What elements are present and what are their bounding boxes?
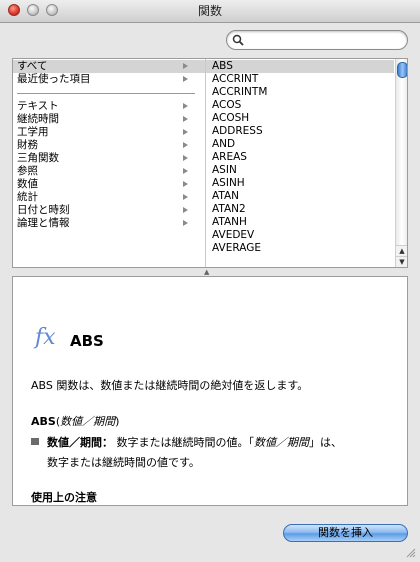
category-item-all[interactable]: すべて xyxy=(13,60,205,73)
category-separator xyxy=(17,93,195,94)
function-name: ADDRESS xyxy=(212,125,263,137)
category-item-statistical[interactable]: 統計 xyxy=(13,191,205,204)
category-label: テキスト xyxy=(17,100,59,112)
search-input[interactable] xyxy=(247,33,403,49)
chevron-right-icon xyxy=(183,142,188,148)
category-label: 財務 xyxy=(17,139,38,151)
function-name: ACCRINTM xyxy=(212,86,268,98)
category-item-financial[interactable]: 財務 xyxy=(13,139,205,152)
category-item-text[interactable]: テキスト xyxy=(13,100,205,113)
category-item-recent[interactable]: 最近使った項目 xyxy=(13,73,205,86)
function-name: ATANH xyxy=(212,216,247,228)
function-name: ATAN xyxy=(212,190,240,202)
category-list: すべて 最近使った項目 テキスト 継続時間 工学用 財務 三角関数 参照 数値 … xyxy=(13,59,206,267)
function-item[interactable]: ATANH xyxy=(206,216,394,229)
usage-notes-heading: 使用上の注意 xyxy=(31,491,97,504)
function-name: ASINH xyxy=(212,177,245,189)
function-name: AVEDEV xyxy=(212,229,255,241)
function-item[interactable]: ASINH xyxy=(206,177,394,190)
function-name: ACCRINT xyxy=(212,73,259,85)
function-item[interactable]: ACCRINTM xyxy=(206,86,394,99)
function-item[interactable]: ADDRESS xyxy=(206,125,394,138)
function-summary: ABS 関数は、数値または継続時間の絶対値を返します。 xyxy=(31,379,309,392)
function-item[interactable]: ATAN xyxy=(206,190,394,203)
category-label: 継続時間 xyxy=(17,113,59,125)
syntax-close-paren: ) xyxy=(115,415,120,428)
parameter-text-a: 数字または継続時間の値。「 xyxy=(113,436,254,449)
category-label: 統計 xyxy=(17,191,38,203)
function-item[interactable]: ASIN xyxy=(206,164,394,177)
function-item[interactable]: ATAN2 xyxy=(206,203,394,216)
category-label: 数値 xyxy=(17,178,38,190)
category-item-duration[interactable]: 継続時間 xyxy=(13,113,205,126)
chevron-right-icon xyxy=(183,116,188,122)
function-name-list: ABS ACCRINT ACCRINTM ACOS ACOSH ADDRESS … xyxy=(206,59,396,267)
description-pane: fx ABS ABS 関数は、数値または継続時間の絶対値を返します。 ABS(数… xyxy=(12,276,408,506)
chevron-right-icon xyxy=(183,76,188,82)
chevron-right-icon xyxy=(183,63,188,69)
category-label: 日付と時刻 xyxy=(17,204,70,216)
function-item[interactable]: AVERAGE xyxy=(206,242,394,255)
function-item[interactable]: ACOS xyxy=(206,99,394,112)
window-title: 関数 xyxy=(197,4,222,18)
splitter-grip-icon[interactable]: ▲ xyxy=(204,268,209,276)
chevron-right-icon xyxy=(183,168,188,174)
insert-function-button[interactable]: 関数を挿入 xyxy=(283,524,408,542)
function-fx-icon: fx xyxy=(35,325,56,350)
function-item[interactable]: AVEDEV xyxy=(206,229,394,242)
category-label: 論理と情報 xyxy=(17,217,70,229)
category-item-reference[interactable]: 参照 xyxy=(13,165,205,178)
chevron-right-icon xyxy=(183,103,188,109)
category-item-trigonometric[interactable]: 三角関数 xyxy=(13,152,205,165)
function-syntax: ABS(数値／期間) xyxy=(31,413,119,429)
parameter-text-b: 」は、 xyxy=(309,436,342,449)
chevron-right-icon xyxy=(183,155,188,161)
function-browser-window: 関数 すべて 最近使った項目 テキスト 継続時間 工学用 財務 三角関数 参照 … xyxy=(0,0,420,562)
bullet-icon xyxy=(31,438,39,445)
scrollbar-thumb[interactable] xyxy=(397,62,407,78)
function-item[interactable]: ACCRINT xyxy=(206,73,394,86)
category-label: すべて xyxy=(17,60,48,72)
function-name: ASIN xyxy=(212,164,237,176)
function-name: ACOSH xyxy=(212,112,250,124)
category-item-engineering[interactable]: 工学用 xyxy=(13,126,205,139)
search-field[interactable] xyxy=(226,30,408,50)
function-item[interactable]: AREAS xyxy=(206,151,394,164)
function-name: ATAN2 xyxy=(212,203,246,215)
function-name: AVERAGE xyxy=(212,242,261,254)
syntax-argument: 数値／期間 xyxy=(60,415,116,428)
category-label: 工学用 xyxy=(17,126,49,138)
function-name: ACOS xyxy=(212,99,242,111)
function-name: ABS xyxy=(212,60,233,72)
scroll-up-icon[interactable]: ▲ xyxy=(396,245,407,256)
function-title: ABS xyxy=(70,332,104,350)
category-label: 最近使った項目 xyxy=(17,73,91,85)
function-item[interactable]: AND xyxy=(206,138,394,151)
chevron-right-icon xyxy=(183,220,188,226)
syntax-function-name: ABS xyxy=(31,415,56,428)
parameter-name: 数値／期間： xyxy=(47,436,113,449)
function-name: AREAS xyxy=(212,151,247,163)
scroll-down-icon[interactable]: ▼ xyxy=(396,256,407,267)
function-item[interactable]: ACOSH xyxy=(206,112,394,125)
chevron-right-icon xyxy=(183,194,188,200)
category-item-numeric[interactable]: 数値 xyxy=(13,178,205,191)
parameter-arg: 数値／期間 xyxy=(254,436,309,449)
resize-grip-icon[interactable] xyxy=(406,548,416,558)
category-label: 三角関数 xyxy=(17,152,59,164)
search-icon xyxy=(232,34,244,46)
category-label: 参照 xyxy=(17,165,38,177)
chevron-right-icon xyxy=(183,129,188,135)
function-list-pane: すべて 最近使った項目 テキスト 継続時間 工学用 財務 三角関数 参照 数値 … xyxy=(12,58,408,268)
category-item-date-time[interactable]: 日付と時刻 xyxy=(13,204,205,217)
chevron-right-icon xyxy=(183,181,188,187)
title-bar: 関数 xyxy=(0,0,420,23)
parameter-description: 数値／期間： 数字または継続時間の値。「数値／期間」は、 xyxy=(47,434,342,450)
function-item[interactable]: ABS xyxy=(206,60,394,73)
category-item-logical[interactable]: 論理と情報 xyxy=(13,217,205,230)
function-list-scrollbar[interactable]: ▲ ▼ xyxy=(395,59,407,267)
parameter-description-continued: 数字または継続時間の値です。 xyxy=(47,456,200,469)
function-name: AND xyxy=(212,138,236,150)
chevron-right-icon xyxy=(183,207,188,213)
